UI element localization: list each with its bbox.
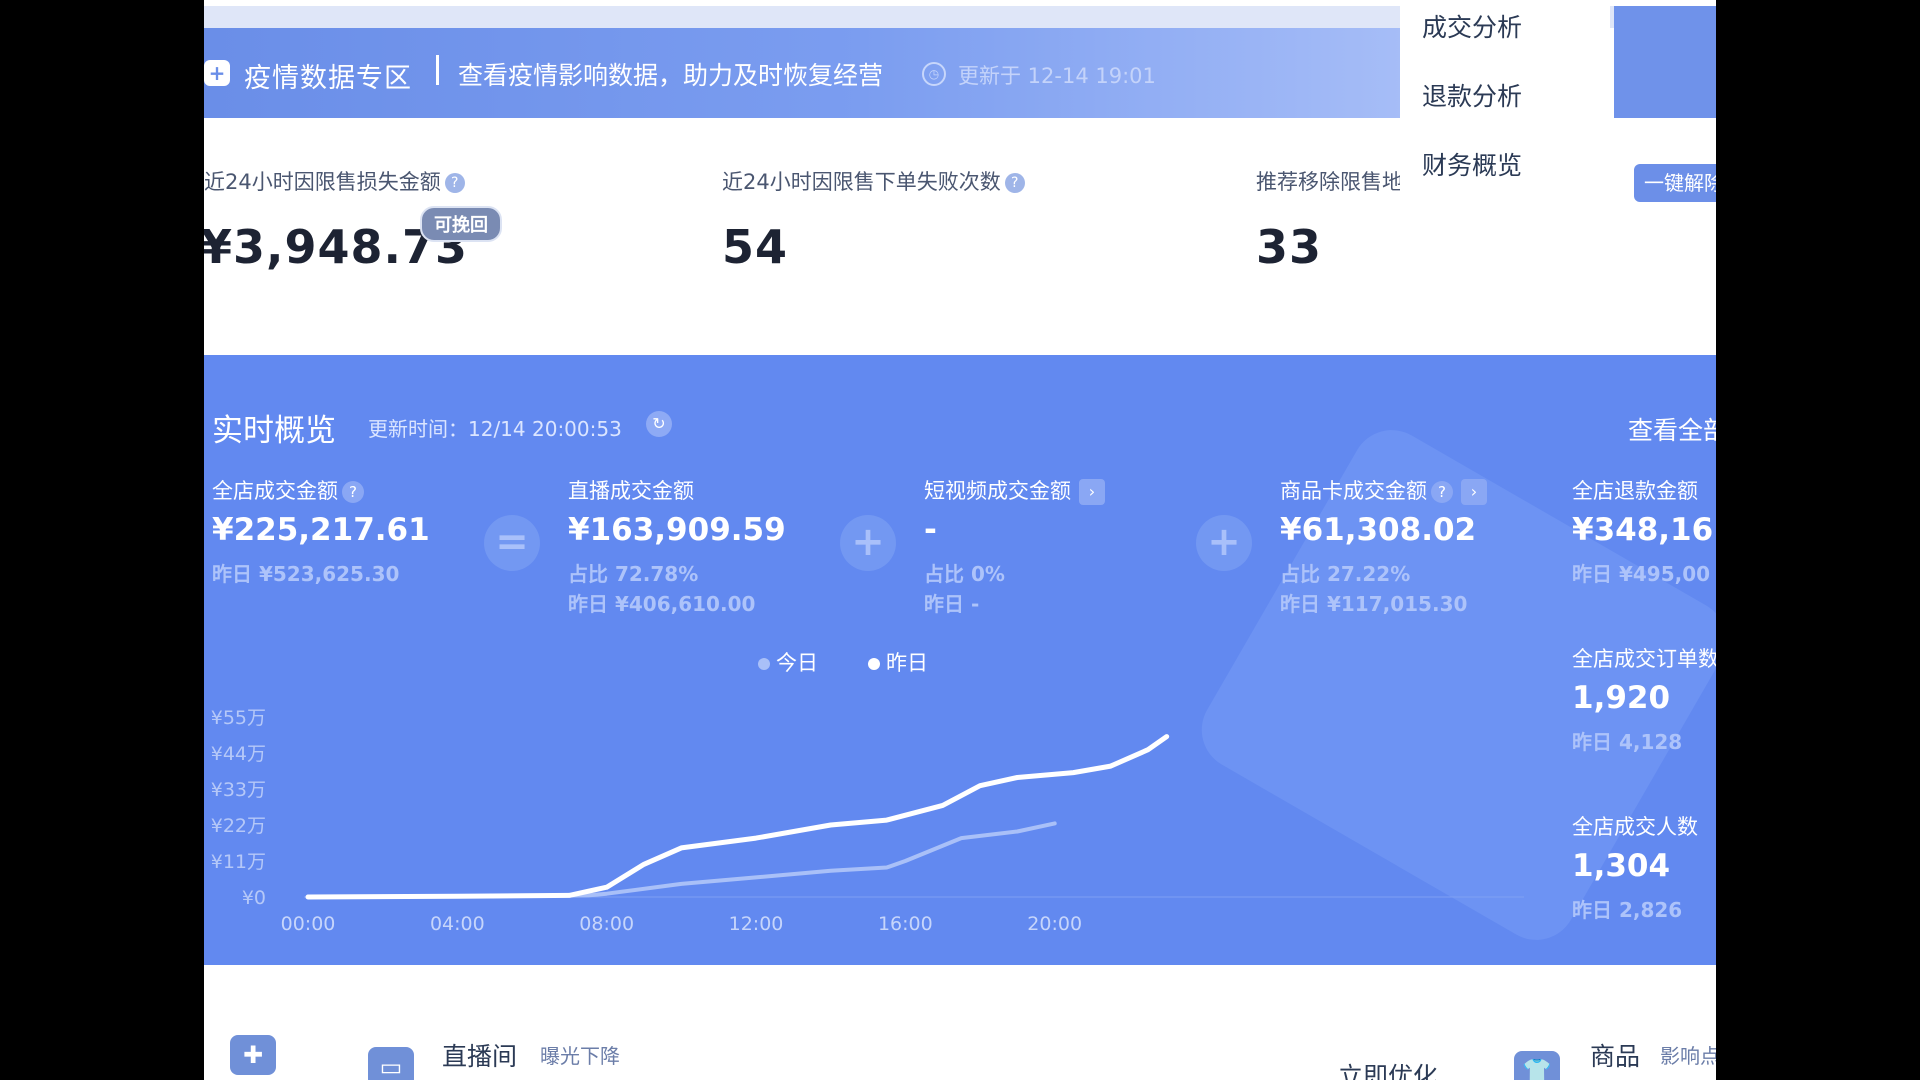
view-all-link[interactable]: 查看全部 [1628, 411, 1716, 447]
total-gmv-value: ¥225,217.61 [212, 512, 430, 548]
buyers-label: 全店成交人数 [1572, 815, 1698, 839]
x-tick-label: 00:00 [281, 913, 336, 935]
menu-item-deal-analysis[interactable]: 成交分析 [1422, 8, 1522, 44]
x-tick-label: 16:00 [878, 913, 933, 935]
y-tick-label: ¥0 [242, 887, 266, 909]
legend-yesterday-dot [868, 658, 880, 670]
help-icon[interactable]: ? [444, 173, 465, 193]
refund-value: ¥348,161. [1572, 512, 1716, 548]
legend-yesterday-text: 昨日 [886, 651, 928, 675]
failed-orders-value: 54 [722, 220, 789, 274]
series-line-today [306, 821, 1057, 899]
one-click-unlock-button[interactable]: 一键解除 [1634, 164, 1716, 202]
x-tick-label: 04:00 [430, 913, 485, 935]
realtime-title: 实时概览 [212, 413, 336, 449]
card-gmv-value: ¥61,308.02 [1280, 512, 1477, 548]
live-room-note: 曝光下降 [540, 1044, 620, 1068]
y-tick-label: ¥44万 [211, 743, 266, 765]
legend-yesterday[interactable]: 昨日 [868, 647, 928, 677]
x-tick-label: 20:00 [1027, 913, 1082, 935]
menu-item-finance-overview[interactable]: 财务概览 [1422, 146, 1522, 182]
card-gmv-label-text: 商品卡成交金额 [1280, 479, 1427, 503]
loss-amount-label-text: 近24小时因限售损失金额 [204, 170, 441, 194]
product-title: 商品 [1590, 1042, 1641, 1071]
live-room-title: 直播间 [442, 1042, 518, 1071]
live-gmv-ratio: 占比 72.78% [568, 562, 699, 586]
refund-label: 全店退款金额 [1572, 479, 1698, 503]
shirt-icon: 👕 [1514, 1051, 1560, 1080]
help-icon[interactable]: ? [1431, 481, 1453, 503]
refresh-icon[interactable]: ↻ [646, 411, 672, 437]
orders-value: 1,920 [1572, 680, 1671, 716]
epidemic-icon: + [204, 60, 230, 86]
orders-label: 全店成交订单数 [1572, 647, 1716, 671]
y-tick-label: ¥33万 [211, 779, 266, 801]
x-tick-label: 08:00 [579, 913, 634, 935]
card-gmv-ratio: 占比 27.22% [1280, 562, 1411, 586]
x-tick-label: 12:00 [729, 913, 784, 935]
recommend-remove-label: 推荐移除限售地 [1256, 170, 1400, 194]
legend-today[interactable]: 今日 [758, 647, 818, 677]
loss-amount-label: 近24小时因限售损失金额? [204, 166, 465, 196]
legend-today-dot [758, 658, 770, 670]
chevron-right-icon[interactable]: › [1079, 479, 1105, 505]
y-tick-label: ¥11万 [211, 851, 266, 873]
refund-yesterday: 昨日 ¥495,00 [1572, 562, 1711, 586]
buyers-value: 1,304 [1572, 848, 1671, 884]
video-gmv-label: 短视频成交金额 › [924, 475, 1105, 505]
help-icon[interactable]: ? [1004, 173, 1025, 193]
video-gmv-yesterday: 昨日 - [924, 592, 980, 616]
dashboard-stage: + 疫情数据专区 查看疫情影响数据，助力及时恢复经营 ◷ 更新于 12-14 1… [204, 0, 1716, 1080]
live-gmv-value: ¥163,909.59 [568, 512, 786, 548]
orders-yesterday: 昨日 4,128 [1572, 730, 1683, 754]
equals-icon: = [484, 515, 540, 571]
failed-orders-label-text: 近24小时因限售下单失败次数 [722, 170, 1001, 194]
clock-icon: ◷ [922, 62, 946, 86]
tv-icon: ▭ [368, 1047, 414, 1080]
banner-update-time: 更新于 12-14 19:01 [958, 64, 1156, 88]
banner-separator [436, 55, 439, 85]
video-gmv-ratio: 占比 0% [924, 562, 1005, 586]
realtime-update-time: 更新时间：12/14 20:00:53 [368, 417, 622, 441]
help-icon[interactable]: ? [342, 481, 364, 503]
failed-orders-label: 近24小时因限售下单失败次数? [722, 166, 1025, 196]
y-tick-label: ¥22万 [211, 815, 266, 837]
realtime-overview-panel: 实时概览 更新时间：12/14 20:00:53 ↻ 查看全部 全店成交金额? … [204, 355, 1716, 965]
plus-icon: + [1196, 515, 1252, 571]
gmv-line-chart: ¥55万 ¥44万 ¥33万 ¥22万 ¥11万 ¥0 00:00 04:00 08:00 12:… [211, 707, 1524, 935]
total-gmv-label: 全店成交金额? [212, 475, 364, 505]
live-gmv-label: 直播成交金额 [568, 479, 694, 503]
card-gmv-yesterday: 昨日 ¥117,015.30 [1280, 592, 1468, 616]
banner-right-edge [1614, 6, 1716, 118]
card-gmv-label: 商品卡成交金额? › [1280, 475, 1487, 505]
legend-today-text: 今日 [776, 651, 818, 675]
chevron-right-icon[interactable]: › [1461, 479, 1487, 505]
recommend-remove-value: 33 [1256, 220, 1323, 274]
video-gmv-value: - [924, 512, 937, 548]
banner-description[interactable]: 查看疫情影响数据，助力及时恢复经营 [458, 56, 883, 92]
medical-kit-icon: ✚ [230, 1035, 276, 1075]
analysis-dropdown-menu: 成交分析 退款分析 财务概览 [1400, 0, 1610, 180]
redeemable-badge[interactable]: 可挽回 [420, 206, 502, 242]
product-note: 影响点 [1660, 1044, 1716, 1068]
series-line-yesterday [305, 734, 1170, 900]
optimize-now-button[interactable]: 立即优化 [1338, 1057, 1438, 1080]
diagnostics-section: ✚ ▭ 直播间 曝光下降 立即优化 👕 商品 影响点 [204, 965, 1716, 1080]
menu-item-refund-analysis[interactable]: 退款分析 [1422, 77, 1522, 113]
banner-title: 疫情数据专区 [244, 63, 412, 94]
y-tick-label: ¥55万 [211, 707, 266, 729]
total-gmv-yesterday: 昨日 ¥523,625.30 [212, 562, 400, 586]
plus-icon: + [840, 515, 896, 571]
video-gmv-label-text: 短视频成交金额 [924, 479, 1071, 503]
buyers-yesterday: 昨日 2,826 [1572, 898, 1683, 922]
live-gmv-yesterday: 昨日 ¥406,610.00 [568, 592, 756, 616]
total-gmv-label-text: 全店成交金额 [212, 479, 338, 503]
